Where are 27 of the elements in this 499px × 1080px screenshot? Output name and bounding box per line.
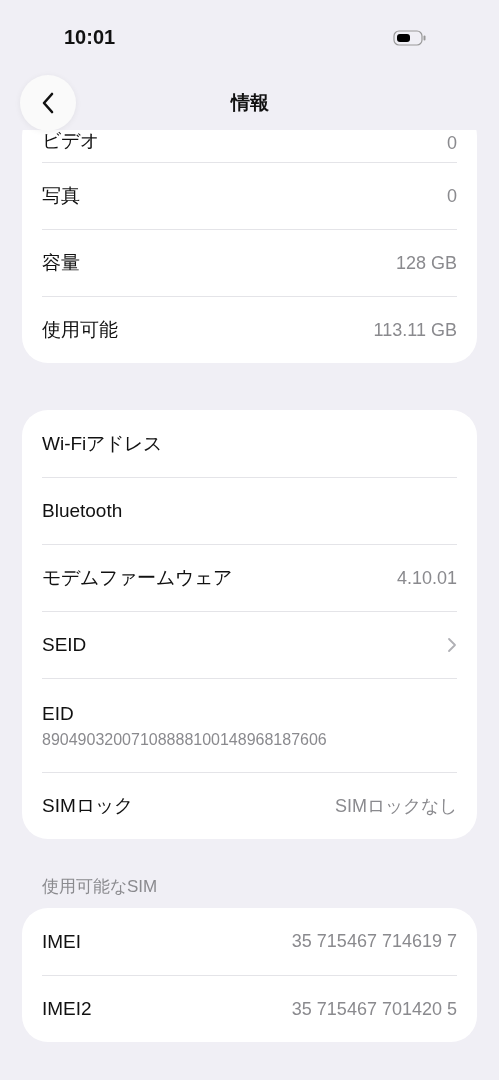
row-label: ビデオ — [42, 129, 99, 153]
row-value: 113.11 GB — [373, 319, 457, 341]
nav-title: 情報 — [230, 90, 269, 115]
row-label: 写真 — [42, 184, 80, 208]
row-label: 容量 — [42, 251, 80, 275]
row-label: EID — [42, 702, 74, 725]
row-value: 35 715467 701420 5 — [291, 998, 457, 1020]
battery-icon — [393, 29, 427, 46]
row-value: 89049032007108888100148968187606 — [42, 730, 327, 749]
status-time: 10:01 — [64, 26, 116, 49]
row-label: モデムファームウェア — [42, 566, 232, 590]
row-label: 使用可能 — [42, 318, 118, 342]
row-label: Bluetooth — [42, 500, 123, 522]
row-label: Wi-Fiアドレス — [42, 431, 163, 456]
row-value: 0 — [447, 133, 457, 154]
back-chevron-icon — [40, 91, 56, 115]
row-value: 4.10.01 — [396, 567, 457, 589]
row-value: 0 — [447, 185, 457, 207]
row-label: IMEI2 — [42, 998, 92, 1020]
section-header: 使用可能なSIM — [42, 876, 159, 898]
row-label[interactable]: SEID — [42, 634, 87, 656]
row-value: 128 GB — [395, 252, 457, 274]
row-value: 35 715467 714619 7 — [291, 931, 457, 952]
chevron-icon[interactable] — [447, 637, 457, 653]
row-value: SIMロックなし — [335, 795, 457, 818]
row-label: SIMロック — [42, 794, 133, 818]
row-label: IMEI — [42, 930, 82, 953]
